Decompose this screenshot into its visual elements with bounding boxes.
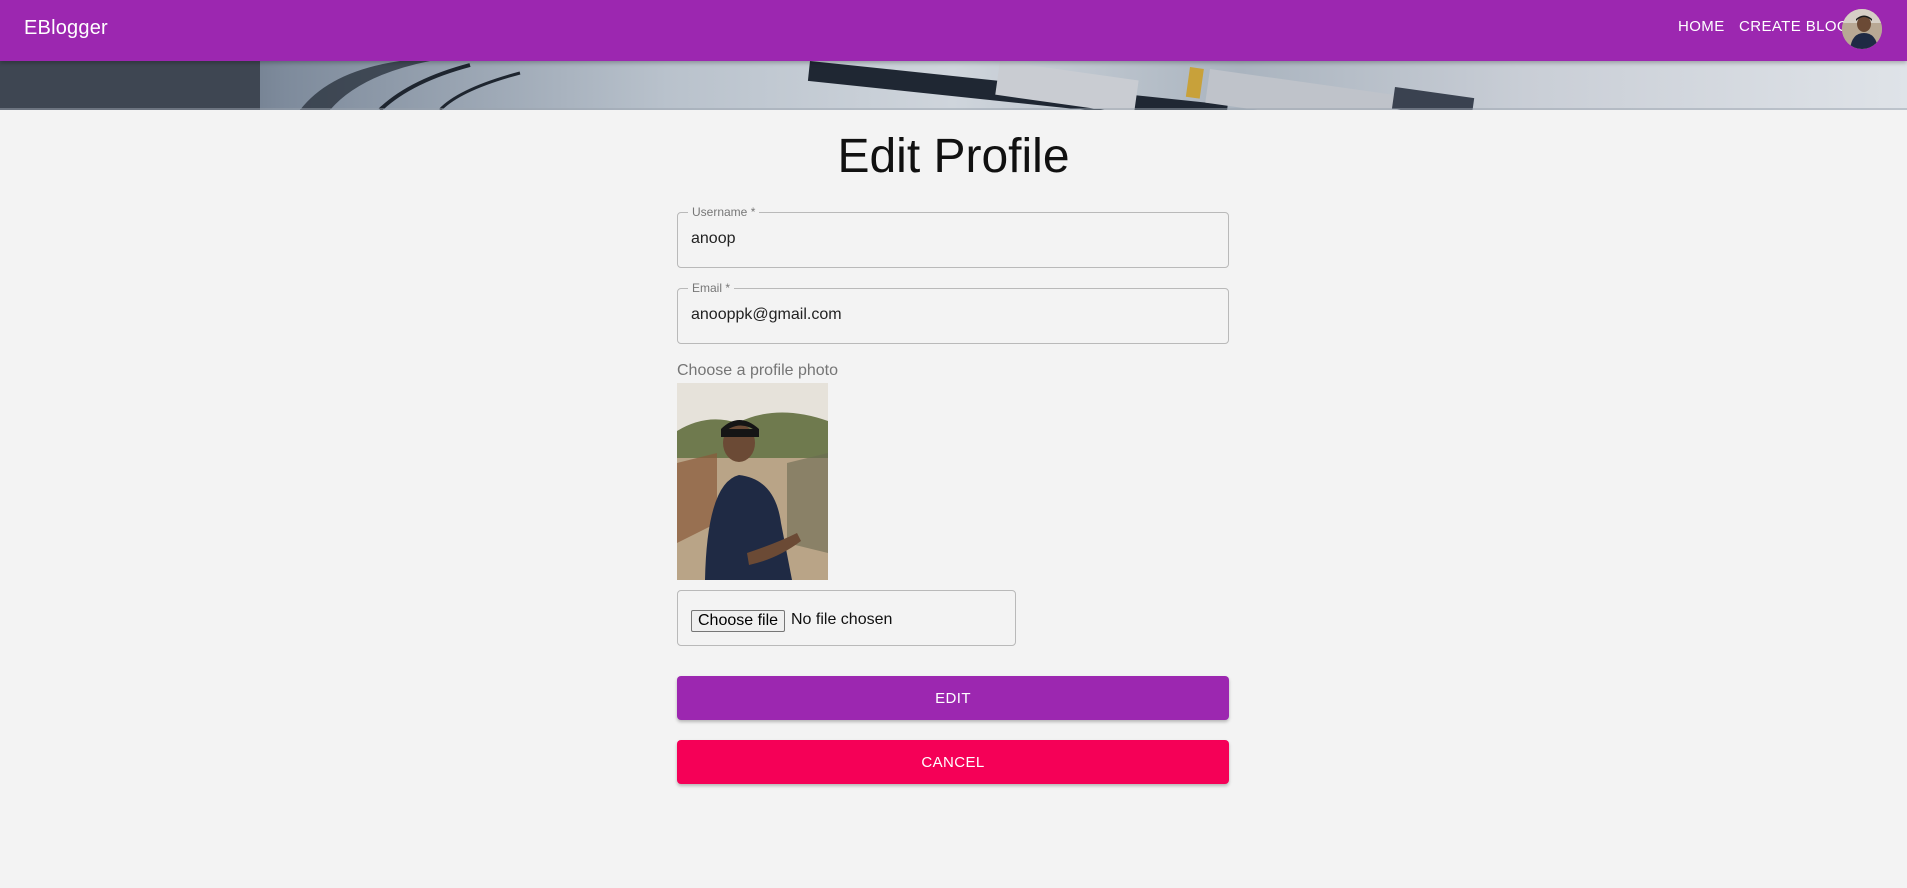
profile-photo-preview: [677, 383, 828, 580]
username-field: Username *: [677, 205, 1229, 268]
cancel-button[interactable]: CANCEL: [677, 740, 1229, 784]
user-avatar[interactable]: [1842, 9, 1882, 49]
email-label: Email *: [688, 281, 735, 295]
username-input[interactable]: [691, 230, 1211, 248]
choose-file-button[interactable]: Choose file: [691, 610, 786, 632]
email-field: Email *: [677, 281, 1229, 344]
username-label: Username *: [688, 205, 760, 219]
profile-photo-label: Choose a profile photo: [677, 362, 838, 379]
nav-home-button[interactable]: HOME: [1678, 18, 1725, 35]
edit-button[interactable]: EDIT: [677, 676, 1229, 720]
email-input[interactable]: [691, 306, 1211, 324]
file-input-box: Choose file No file chosen: [677, 590, 1016, 646]
app-bar: EBlogger HOME CREATE BLOG: [0, 0, 1907, 61]
page-title: Edit Profile: [837, 130, 1070, 183]
header-banner-image: [0, 61, 1907, 110]
brand-logo[interactable]: EBlogger: [24, 17, 108, 40]
nav-create-blog-button[interactable]: CREATE BLOG: [1739, 18, 1849, 35]
file-status-text: No file chosen: [791, 611, 893, 628]
